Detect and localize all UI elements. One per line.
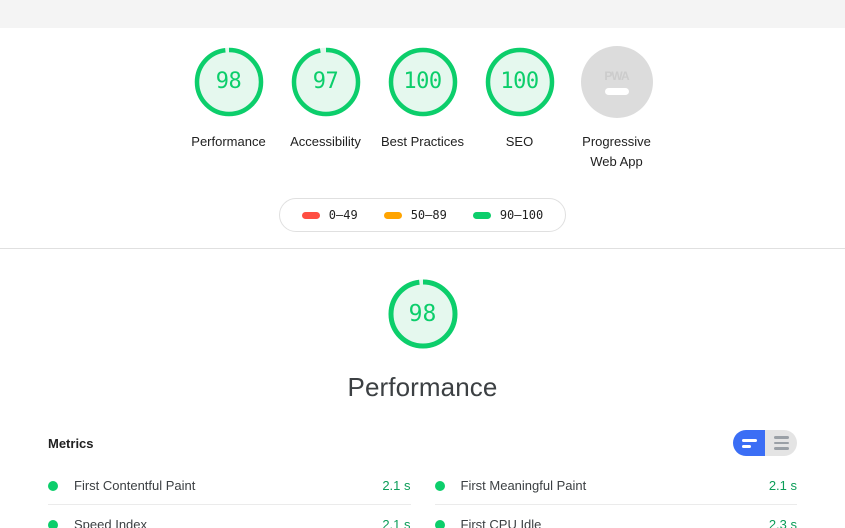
- metric-value: 2.3 s: [768, 517, 797, 528]
- legend-pill-fail-icon: [301, 211, 320, 219]
- legend-item-fail: 0–49: [301, 208, 358, 222]
- gauge-score-value: 98: [215, 69, 242, 94]
- gauge-label: SEO: [505, 134, 534, 149]
- gauge-label: Performance: [191, 134, 266, 149]
- legend-item-pass: 90–100: [472, 208, 544, 222]
- category-score-value: 98: [408, 300, 437, 327]
- metric-value: 2.1 s: [382, 517, 411, 528]
- legend-range-label: 0–49: [328, 208, 358, 222]
- gauge-label: Best Practices: [380, 134, 465, 149]
- metric-row[interactable]: First CPU Idle 2.3 s: [434, 505, 797, 528]
- metric-name: First CPU Idle: [460, 517, 542, 528]
- category-score-gauge: 98: [384, 275, 462, 353]
- score-gauge-list: 98 Performance 97 Accessibility 100 Best Prac…: [0, 46, 845, 172]
- metric-name: First Contentful Paint: [74, 478, 196, 493]
- category-title: Performance: [347, 372, 498, 402]
- gauge-score-value: 97: [312, 69, 339, 94]
- pwa-null-dash-icon: [604, 88, 629, 95]
- metric-row[interactable]: First Contentful Paint 2.1 s: [48, 466, 411, 505]
- metrics-view-toggle[interactable]: [733, 430, 797, 456]
- legend-range-label: 90–100: [499, 208, 544, 222]
- metrics-block: Metrics First Contentful Paint 2.1 s First…: [48, 430, 797, 528]
- score-legend: 0–49 50–89 90–100: [278, 198, 567, 232]
- metric-label-group: First CPU Idle: [434, 517, 542, 528]
- metric-value: 2.1 s: [768, 478, 797, 493]
- gauge-ring: 100: [484, 46, 556, 118]
- gauge-score-value: 100: [403, 69, 442, 94]
- legend-item-average: 50–89: [383, 208, 447, 222]
- metrics-simple-view-button[interactable]: [733, 430, 765, 456]
- legend-pill-average-icon: [383, 211, 402, 219]
- gauge-score-value: 100: [500, 69, 539, 94]
- score-gauge-best-practices[interactable]: 100 Best Practices: [374, 46, 471, 152]
- scores-overview-section: 98 Performance 97 Accessibility 100 Best Prac…: [0, 28, 845, 249]
- gauge-ring: 97: [290, 46, 362, 118]
- legend-pill-pass-icon: [472, 211, 491, 219]
- metric-rating-dot-icon: [434, 480, 445, 491]
- toggle-bar-short: [741, 444, 751, 448]
- metric-name: First Meaningful Paint: [460, 478, 587, 493]
- gauge-ring: 98: [193, 46, 265, 118]
- toggle-bar-long: [741, 438, 757, 442]
- gauge-label: Progressive Web App: [582, 134, 651, 169]
- metric-row[interactable]: First Meaningful Paint 2.1 s: [434, 466, 797, 505]
- toggle-bar-3: [773, 447, 789, 450]
- metric-label-group: First Contentful Paint: [48, 478, 195, 493]
- toggle-bar-1: [773, 436, 789, 439]
- score-legend-wrapper: 0–49 50–89 90–100: [0, 198, 845, 232]
- pwa-gauge-circle: PWA: [580, 46, 653, 118]
- metrics-expanded-view-button[interactable]: [765, 430, 797, 456]
- pwa-badge-text: PWA: [604, 69, 629, 83]
- metric-rating-dot-icon: [48, 519, 58, 528]
- performance-category-section: 98 Performance Metrics First Contentful …: [0, 249, 845, 528]
- browser-top-bar: [0, 0, 845, 28]
- score-gauge-progressive-web-app[interactable]: PWA Progressive Web App: [568, 46, 665, 172]
- metric-rating-dot-icon: [434, 519, 445, 528]
- metric-label-group: Speed Index: [48, 517, 147, 528]
- toggle-bar-2: [773, 441, 789, 445]
- score-gauge-performance[interactable]: 98 Performance: [180, 46, 277, 152]
- metrics-grid: First Contentful Paint 2.1 s First Meaning…: [48, 466, 797, 528]
- gauge-ring: 100: [387, 46, 459, 118]
- metric-name: Speed Index: [74, 517, 148, 528]
- score-gauge-accessibility[interactable]: 97 Accessibility: [277, 46, 374, 152]
- metric-rating-dot-icon: [48, 480, 58, 491]
- legend-range-label: 50–89: [410, 208, 447, 222]
- metrics-toolbar: Metrics: [48, 430, 797, 466]
- metric-row[interactable]: Speed Index 2.1 s: [48, 505, 411, 528]
- metric-label-group: First Meaningful Paint: [434, 478, 587, 493]
- category-header: 98 Performance: [0, 275, 845, 403]
- score-gauge-seo[interactable]: 100 SEO: [471, 46, 568, 152]
- metric-value: 2.1 s: [382, 478, 411, 493]
- gauge-label: Accessibility: [290, 134, 361, 149]
- metrics-heading: Metrics: [48, 435, 94, 451]
